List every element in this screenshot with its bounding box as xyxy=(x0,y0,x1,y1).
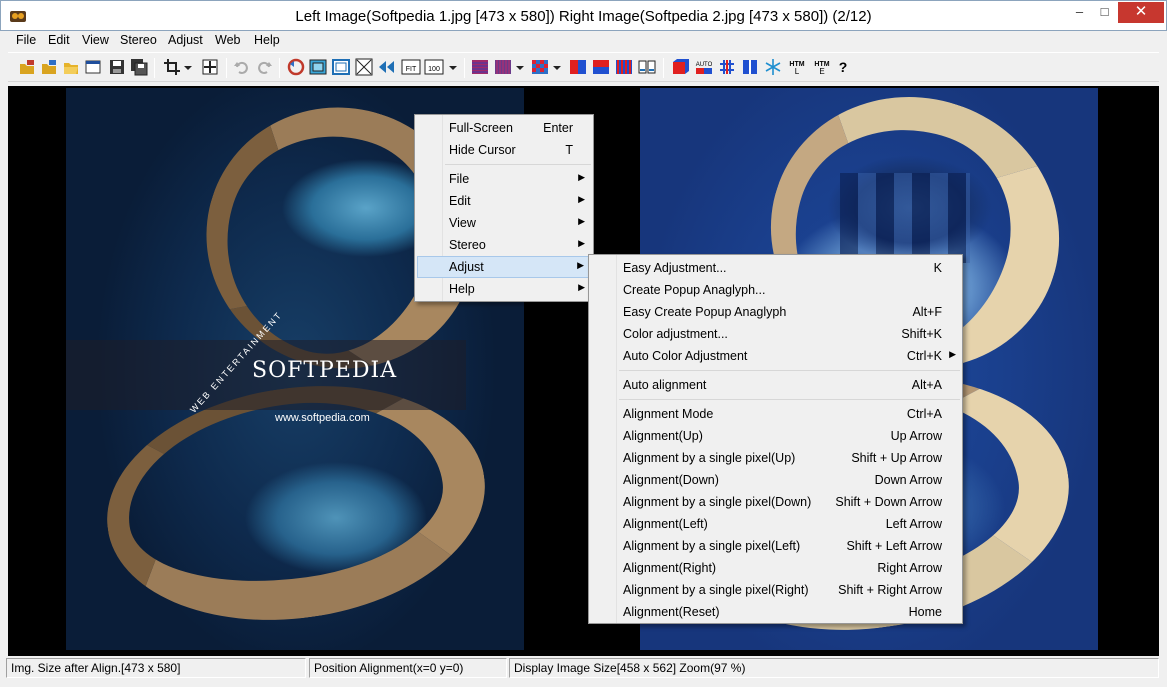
help-label: ? xyxy=(839,59,848,75)
adjust-align-right-pixel[interactable]: Alignment by a single pixel(Right) Shift … xyxy=(591,579,960,601)
status-bar: Img. Size after Align.[473 x 580] Positi… xyxy=(0,657,1167,680)
ctx-file[interactable]: File ▶ xyxy=(417,168,591,190)
open-left-icon[interactable] xyxy=(18,58,36,76)
adjust-align-down-pixel[interactable]: Alignment by a single pixel(Down) Shift +… xyxy=(591,491,960,513)
open-window-icon[interactable] xyxy=(84,58,102,76)
ctx-fullscreen[interactable]: Full-Screen Enter xyxy=(417,117,591,139)
window-title: Left Image(Softpedia 1.jpg [473 x 580]) … xyxy=(295,8,872,25)
status-img-size: Img. Size after Align.[473 x 580] xyxy=(6,658,306,678)
menu-file[interactable]: File xyxy=(14,33,38,47)
zoom-dropdown-icon[interactable] xyxy=(448,58,458,76)
stereo-columns-icon[interactable] xyxy=(615,58,633,76)
ctx-edit[interactable]: Edit ▶ xyxy=(417,190,591,212)
stereo-dropdown2-icon[interactable] xyxy=(552,58,562,76)
pixelated-region xyxy=(840,173,970,263)
red-cube-icon[interactable] xyxy=(671,58,689,76)
minimize-button[interactable]: – xyxy=(1066,2,1093,23)
adjust-align-up-pixel[interactable]: Alignment by a single pixel(Up) Shift + U… xyxy=(591,447,960,469)
zoom-label: 100 xyxy=(428,66,440,73)
chevron-right-icon: ▶ xyxy=(949,349,956,359)
crop-icon[interactable] xyxy=(163,58,181,76)
menu-web[interactable]: Web xyxy=(213,33,242,47)
view-single-icon[interactable] xyxy=(309,58,327,76)
adjust-align-down[interactable]: Alignment(Down) Down Arrow xyxy=(591,469,960,491)
html2-icon[interactable]: HTME xyxy=(812,58,832,76)
html-icon[interactable]: HTML xyxy=(787,58,807,76)
status-position: Position Alignment(x=0 y=0) xyxy=(309,658,507,678)
swap-icon[interactable] xyxy=(287,58,305,76)
anaglyph-red-blue-icon[interactable] xyxy=(569,58,587,76)
adjust-easy[interactable]: Easy Adjustment... K xyxy=(591,257,960,279)
auto-label: AUTO xyxy=(696,62,713,68)
open-folder-icon[interactable] xyxy=(62,58,80,76)
fit-icon[interactable]: FIT xyxy=(401,58,421,76)
help-icon[interactable]: ? xyxy=(834,58,852,76)
watermark-brand: SOFTPEDIA xyxy=(252,358,398,383)
snowflake-icon[interactable] xyxy=(764,58,782,76)
ctx-help[interactable]: Help ▶ xyxy=(417,278,591,300)
menu-edit[interactable]: Edit xyxy=(46,33,72,47)
auto-icon[interactable]: AUTO xyxy=(694,58,714,76)
flip-icon[interactable] xyxy=(378,58,396,76)
split-icon[interactable] xyxy=(638,58,656,76)
ctx-hide-cursor[interactable]: Hide Cursor T xyxy=(417,139,591,161)
adjust-auto-alignment[interactable]: Auto alignment Alt+A xyxy=(591,374,960,396)
stereo-checker-icon[interactable] xyxy=(531,58,549,76)
stereo-line-icon[interactable] xyxy=(471,58,489,76)
stereo-dropdown-icon[interactable] xyxy=(515,58,525,76)
chevron-right-icon: ▶ xyxy=(578,172,585,182)
adjust-submenu: Easy Adjustment... K Create Popup Anaglyp… xyxy=(588,254,963,624)
adjust-easy-popup-anaglyph[interactable]: Easy Create Popup Anaglyph Alt+F xyxy=(591,301,960,323)
save-icon[interactable] xyxy=(108,58,126,76)
crop-dropdown-icon[interactable] xyxy=(183,58,193,76)
adjust-align-left[interactable]: Alignment(Left) Left Arrow xyxy=(591,513,960,535)
svg-text:E: E xyxy=(819,67,824,76)
side-by-side-icon[interactable] xyxy=(741,58,759,76)
svg-text:L: L xyxy=(795,67,800,76)
title-bar: Left Image(Softpedia 1.jpg [473 x 580]) … xyxy=(0,0,1167,31)
ctx-view[interactable]: View ▶ xyxy=(417,212,591,234)
sharp-icon[interactable] xyxy=(718,58,736,76)
adjust-alignment-mode[interactable]: Alignment Mode Ctrl+A xyxy=(591,403,960,425)
move-icon[interactable] xyxy=(201,58,219,76)
context-menu: Full-Screen Enter Hide Cursor T File ▶ E… xyxy=(414,114,594,302)
toolbar: FIT 100 AUTO HTM L HTM E ? xyxy=(8,52,1159,82)
menu-adjust[interactable]: Adjust xyxy=(166,33,205,47)
menu-view[interactable]: View xyxy=(80,33,111,47)
adjust-align-reset[interactable]: Alignment(Reset) Home xyxy=(591,601,960,623)
chevron-right-icon: ▶ xyxy=(578,282,585,292)
ctx-adjust[interactable]: Adjust ▶ xyxy=(417,256,591,278)
watermark-url: www.softpedia.com xyxy=(275,412,370,424)
adjust-color[interactable]: Color adjustment... Shift+K xyxy=(591,323,960,345)
adjust-popup-anaglyph[interactable]: Create Popup Anaglyph... xyxy=(591,279,960,301)
redo-icon[interactable] xyxy=(255,58,273,76)
status-display: Display Image Size[458 x 562] Zoom(97 %) xyxy=(509,658,1159,678)
adjust-align-left-pixel[interactable]: Alignment by a single pixel(Left) Shift +… xyxy=(591,535,960,557)
menu-stereo[interactable]: Stereo xyxy=(118,33,159,47)
chevron-right-icon: ▶ xyxy=(578,238,585,248)
ctx-stereo[interactable]: Stereo ▶ xyxy=(417,234,591,256)
menu-help[interactable]: Help xyxy=(252,33,282,47)
view-frame-icon[interactable] xyxy=(332,58,350,76)
maximize-button[interactable]: □ xyxy=(1091,2,1118,23)
fit-cross-icon[interactable] xyxy=(355,58,373,76)
stereo-interlace-icon[interactable] xyxy=(494,58,512,76)
adjust-align-right[interactable]: Alignment(Right) Right Arrow xyxy=(591,557,960,579)
adjust-align-up[interactable]: Alignment(Up) Up Arrow xyxy=(591,425,960,447)
menu-bar: File Edit View Stereo Adjust Web Help xyxy=(8,31,1159,51)
adjust-auto-color[interactable]: Auto Color Adjustment Ctrl+K ▶ xyxy=(591,345,960,367)
chevron-right-icon: ▶ xyxy=(577,260,584,270)
undo-icon[interactable] xyxy=(233,58,251,76)
zoom-100-icon[interactable]: 100 xyxy=(424,58,444,76)
anaglyph-red-blue2-icon[interactable] xyxy=(592,58,610,76)
fit-label: FIT xyxy=(406,66,417,73)
chevron-right-icon: ▶ xyxy=(578,194,585,204)
open-right-icon[interactable] xyxy=(40,58,58,76)
chevron-right-icon: ▶ xyxy=(578,216,585,226)
close-button[interactable]: ✕ xyxy=(1118,2,1164,23)
save-all-icon[interactable] xyxy=(130,58,148,76)
